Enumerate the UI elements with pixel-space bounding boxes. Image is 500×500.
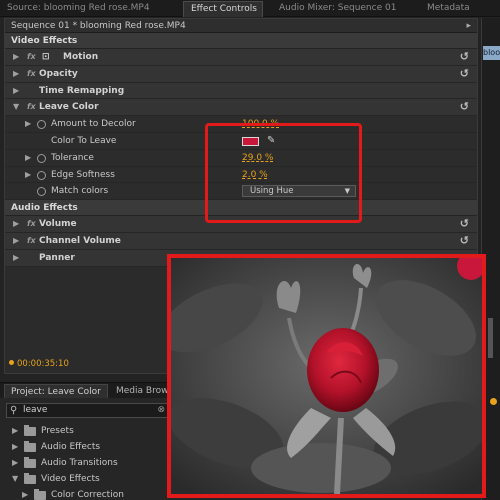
fx-icon[interactable]: fx bbox=[27, 66, 36, 83]
disclosure-triangle-icon[interactable]: ▶ bbox=[12, 423, 18, 439]
prop-label: Amount to Decolor bbox=[51, 119, 136, 130]
search-value: leave bbox=[23, 405, 48, 415]
tab-audio-mixer[interactable]: Audio Mixer: Sequence 01 bbox=[272, 1, 400, 17]
tab-project[interactable]: Project: Leave Color bbox=[4, 384, 108, 398]
fx-icon[interactable]: fx bbox=[27, 233, 36, 250]
tree-item-audio-effects[interactable]: ▶ Audio Effects bbox=[0, 439, 175, 455]
stopwatch-icon[interactable] bbox=[37, 153, 46, 163]
disclosure-triangle-icon[interactable]: ▶ bbox=[22, 487, 28, 500]
motion-icon: ⊡ bbox=[42, 52, 50, 62]
disclosure-triangle-icon[interactable]: ▶ bbox=[13, 216, 19, 233]
reset-icon[interactable]: ↺ bbox=[460, 99, 469, 116]
clear-icon[interactable]: ⊗ bbox=[157, 404, 165, 417]
disclosure-triangle-icon[interactable]: ▶ bbox=[12, 455, 18, 471]
stopwatch-icon[interactable] bbox=[37, 170, 46, 180]
tree-item-presets[interactable]: ▶ Presets bbox=[0, 423, 175, 439]
tab-media-browser[interactable]: Media Brow bbox=[110, 384, 170, 398]
effect-name: Volume bbox=[39, 219, 77, 230]
stopwatch-icon[interactable] bbox=[37, 187, 46, 197]
timecode-value: 00:00:35:10 bbox=[17, 359, 69, 369]
fx-icon[interactable]: fx bbox=[27, 99, 36, 116]
disclosure-triangle-icon[interactable]: ▶ bbox=[25, 150, 31, 167]
disclosure-triangle-icon[interactable]: ▶ bbox=[13, 233, 19, 250]
effect-time-remapping[interactable]: ▶ Time Remapping bbox=[5, 82, 477, 100]
expand-arrow-icon[interactable]: ▸ bbox=[466, 19, 471, 33]
tree-item-color-correction[interactable]: ▶ Color Correction bbox=[0, 487, 175, 500]
tab-source[interactable]: Source: blooming Red rose.MP4 bbox=[0, 1, 180, 17]
disclosure-triangle-icon[interactable]: ▶ bbox=[13, 66, 19, 83]
disclosure-triangle-icon[interactable]: ▶ bbox=[13, 49, 19, 66]
clip-chip[interactable]: bloo bbox=[483, 46, 500, 60]
folder-icon bbox=[24, 473, 36, 484]
scrollbar[interactable] bbox=[488, 318, 493, 358]
stopwatch-icon[interactable] bbox=[37, 120, 46, 130]
video-effects-heading: Video Effects bbox=[5, 33, 477, 49]
tree-item-label: Audio Effects bbox=[41, 442, 101, 452]
disclosure-triangle-icon[interactable]: ▶ bbox=[25, 167, 31, 184]
effect-opacity[interactable]: ▶ fx Opacity ↺ bbox=[5, 65, 477, 83]
reset-icon[interactable]: ↺ bbox=[460, 49, 469, 66]
effect-name: Panner bbox=[39, 252, 75, 263]
reset-icon[interactable]: ↺ bbox=[460, 233, 469, 250]
tree-item-label: Video Effects bbox=[41, 474, 100, 484]
tab-effect-controls[interactable]: Effect Controls× bbox=[183, 1, 263, 17]
playhead-icon bbox=[9, 360, 14, 365]
prop-label: Color To Leave bbox=[51, 135, 117, 146]
panel-tab-strip: Source: blooming Red rose.MP4 Effect Con… bbox=[0, 0, 500, 17]
close-icon[interactable]: × bbox=[261, 4, 262, 14]
prop-label: Edge Softness bbox=[51, 169, 115, 180]
folder-icon bbox=[24, 425, 36, 436]
reset-icon[interactable]: ↺ bbox=[460, 216, 469, 233]
sequence-bar: Sequence 01 * blooming Red rose.MP4 ▸ bbox=[5, 19, 477, 33]
effect-name: Opacity bbox=[39, 68, 78, 79]
playhead-icon[interactable] bbox=[490, 398, 497, 405]
fx-icon[interactable]: fx bbox=[27, 216, 36, 233]
disclosure-triangle-icon[interactable]: ▶ bbox=[12, 439, 18, 455]
disclosure-triangle-icon[interactable]: ▶ bbox=[13, 83, 19, 100]
disclosure-triangle-icon[interactable]: ▶ bbox=[13, 250, 19, 267]
annotation-highlight-box bbox=[205, 123, 362, 223]
effect-motion[interactable]: ▶ fx ⊡ Motion ↺ bbox=[5, 49, 477, 66]
effect-name: Channel Volume bbox=[39, 235, 121, 246]
tree-item-label: Presets bbox=[41, 426, 74, 436]
rose-photo bbox=[171, 258, 482, 494]
current-timecode[interactable]: 00:00:35:10 bbox=[9, 359, 69, 369]
prop-label: Tolerance bbox=[51, 152, 94, 163]
effects-search-input[interactable]: ⚲ leave ⊗ bbox=[6, 403, 168, 418]
prop-label: Match colors bbox=[51, 186, 109, 197]
disclosure-triangle-open-icon[interactable]: ▼ bbox=[12, 471, 18, 487]
tree-item-audio-transitions[interactable]: ▶ Audio Transitions bbox=[0, 455, 175, 471]
effect-name: Time Remapping bbox=[39, 85, 125, 96]
tree-item-video-effects[interactable]: ▼ Video Effects bbox=[0, 471, 175, 487]
fx-icon[interactable]: fx bbox=[27, 49, 36, 66]
effect-name: Leave Color bbox=[39, 102, 99, 113]
sequence-label: Sequence 01 * blooming Red rose.MP4 bbox=[11, 21, 186, 31]
tree-item-label: Audio Transitions bbox=[41, 458, 118, 468]
preview-image bbox=[167, 254, 486, 498]
disclosure-triangle-open-icon[interactable]: ▼ bbox=[13, 99, 19, 116]
search-icon: ⚲ bbox=[10, 405, 18, 416]
folder-icon bbox=[24, 441, 36, 452]
reset-icon[interactable]: ↺ bbox=[460, 66, 469, 83]
effect-name: Motion bbox=[63, 52, 99, 62]
effect-channel-volume[interactable]: ▶ fx Channel Volume ↺ bbox=[5, 232, 477, 250]
effect-leave-color[interactable]: ▼ fx Leave Color ↺ bbox=[5, 99, 477, 117]
tab-metadata[interactable]: Metadata bbox=[420, 1, 480, 17]
tree-item-label: Color Correction bbox=[51, 490, 124, 500]
folder-icon bbox=[24, 457, 36, 468]
folder-icon bbox=[34, 489, 46, 500]
disclosure-triangle-icon[interactable]: ▶ bbox=[25, 116, 31, 133]
